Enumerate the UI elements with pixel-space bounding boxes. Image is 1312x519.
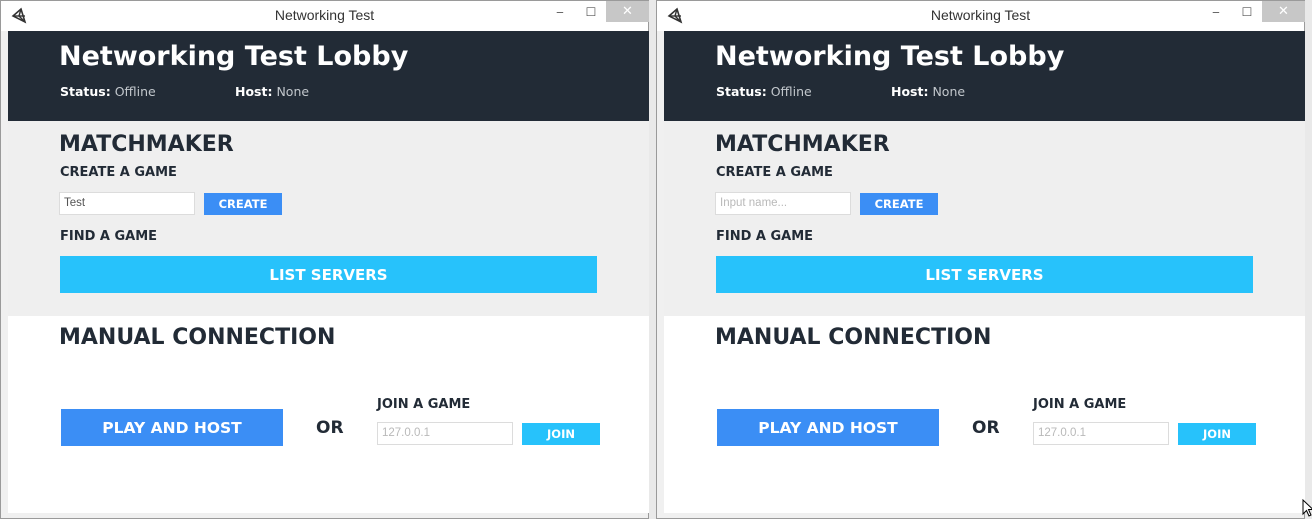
lobby-title: Networking Test Lobby — [715, 41, 1065, 72]
find-game-heading: FIND A GAME — [716, 229, 814, 244]
join-game-heading: JOIN A GAME — [1033, 397, 1127, 412]
manual-connection-section: MANUAL CONNECTION PLAY AND HOST OR JOIN … — [8, 316, 649, 513]
lobby-header: Networking Test Lobby Status: Offline Ho… — [664, 31, 1305, 121]
create-button[interactable]: CREATE — [860, 193, 938, 215]
close-button[interactable]: ✕ — [1262, 1, 1305, 22]
matchmaker-heading: MATCHMAKER — [59, 132, 234, 157]
game-name-input[interactable]: Test — [59, 192, 195, 215]
matchmaker-heading: MATCHMAKER — [715, 132, 890, 157]
join-button[interactable]: JOIN — [522, 423, 600, 445]
close-button[interactable]: ✕ — [606, 1, 649, 22]
host-value: None — [932, 84, 966, 99]
or-separator: OR — [972, 418, 1000, 438]
matchmaker-section: MATCHMAKER CREATE A GAME Input name... C… — [664, 121, 1305, 316]
join-game-heading: JOIN A GAME — [377, 397, 471, 412]
host-indicator: Host: None — [235, 84, 309, 99]
host-indicator: Host: None — [891, 84, 965, 99]
title-bar[interactable]: Networking Test ‒ ☐ ✕ — [1, 1, 649, 31]
manual-connection-heading: MANUAL CONNECTION — [715, 325, 992, 350]
status-indicator: Status: Offline — [716, 84, 812, 99]
create-button[interactable]: CREATE — [204, 193, 282, 215]
status-value: Offline — [770, 84, 812, 99]
desktop: Networking Test ‒ ☐ ✕ Networking Test Lo… — [0, 0, 1312, 519]
play-and-host-button[interactable]: PLAY AND HOST — [717, 409, 939, 446]
list-servers-button[interactable]: LIST SERVERS — [716, 256, 1253, 293]
game-window-right: Networking Test ‒ ☐ ✕ Networking Test Lo… — [656, 0, 1305, 519]
ip-address-input[interactable]: 127.0.0.1 — [377, 422, 513, 445]
status-label: Status: — [716, 84, 767, 99]
list-servers-button[interactable]: LIST SERVERS — [60, 256, 597, 293]
or-separator: OR — [316, 418, 344, 438]
create-game-heading: CREATE A GAME — [716, 165, 833, 180]
title-bar[interactable]: Networking Test ‒ ☐ ✕ — [657, 1, 1305, 31]
status-indicator: Status: Offline — [60, 84, 156, 99]
lobby-title: Networking Test Lobby — [59, 41, 409, 72]
maximize-button[interactable]: ☐ — [578, 1, 604, 22]
minimize-button[interactable]: ‒ — [547, 1, 573, 22]
create-game-heading: CREATE A GAME — [60, 165, 177, 180]
matchmaker-section: MATCHMAKER CREATE A GAME Test CREATE FIN… — [8, 121, 649, 316]
maximize-button[interactable]: ☐ — [1234, 1, 1260, 22]
mouse-pointer-icon — [1302, 499, 1312, 517]
ip-address-input[interactable]: 127.0.0.1 — [1033, 422, 1169, 445]
status-label: Status: — [60, 84, 111, 99]
lobby-header: Networking Test Lobby Status: Offline Ho… — [8, 31, 649, 121]
play-and-host-button[interactable]: PLAY AND HOST — [61, 409, 283, 446]
manual-connection-heading: MANUAL CONNECTION — [59, 325, 336, 350]
game-view: Networking Test Lobby Status: Offline Ho… — [8, 31, 649, 513]
game-name-input[interactable]: Input name... — [715, 192, 851, 215]
host-value: None — [276, 84, 310, 99]
host-label: Host: — [891, 84, 929, 99]
host-label: Host: — [235, 84, 273, 99]
manual-connection-section: MANUAL CONNECTION PLAY AND HOST OR JOIN … — [664, 316, 1305, 513]
find-game-heading: FIND A GAME — [60, 229, 158, 244]
game-view: Networking Test Lobby Status: Offline Ho… — [664, 31, 1305, 513]
game-window-left: Networking Test ‒ ☐ ✕ Networking Test Lo… — [0, 0, 649, 519]
status-value: Offline — [114, 84, 156, 99]
minimize-button[interactable]: ‒ — [1203, 1, 1229, 22]
join-button[interactable]: JOIN — [1178, 423, 1256, 445]
